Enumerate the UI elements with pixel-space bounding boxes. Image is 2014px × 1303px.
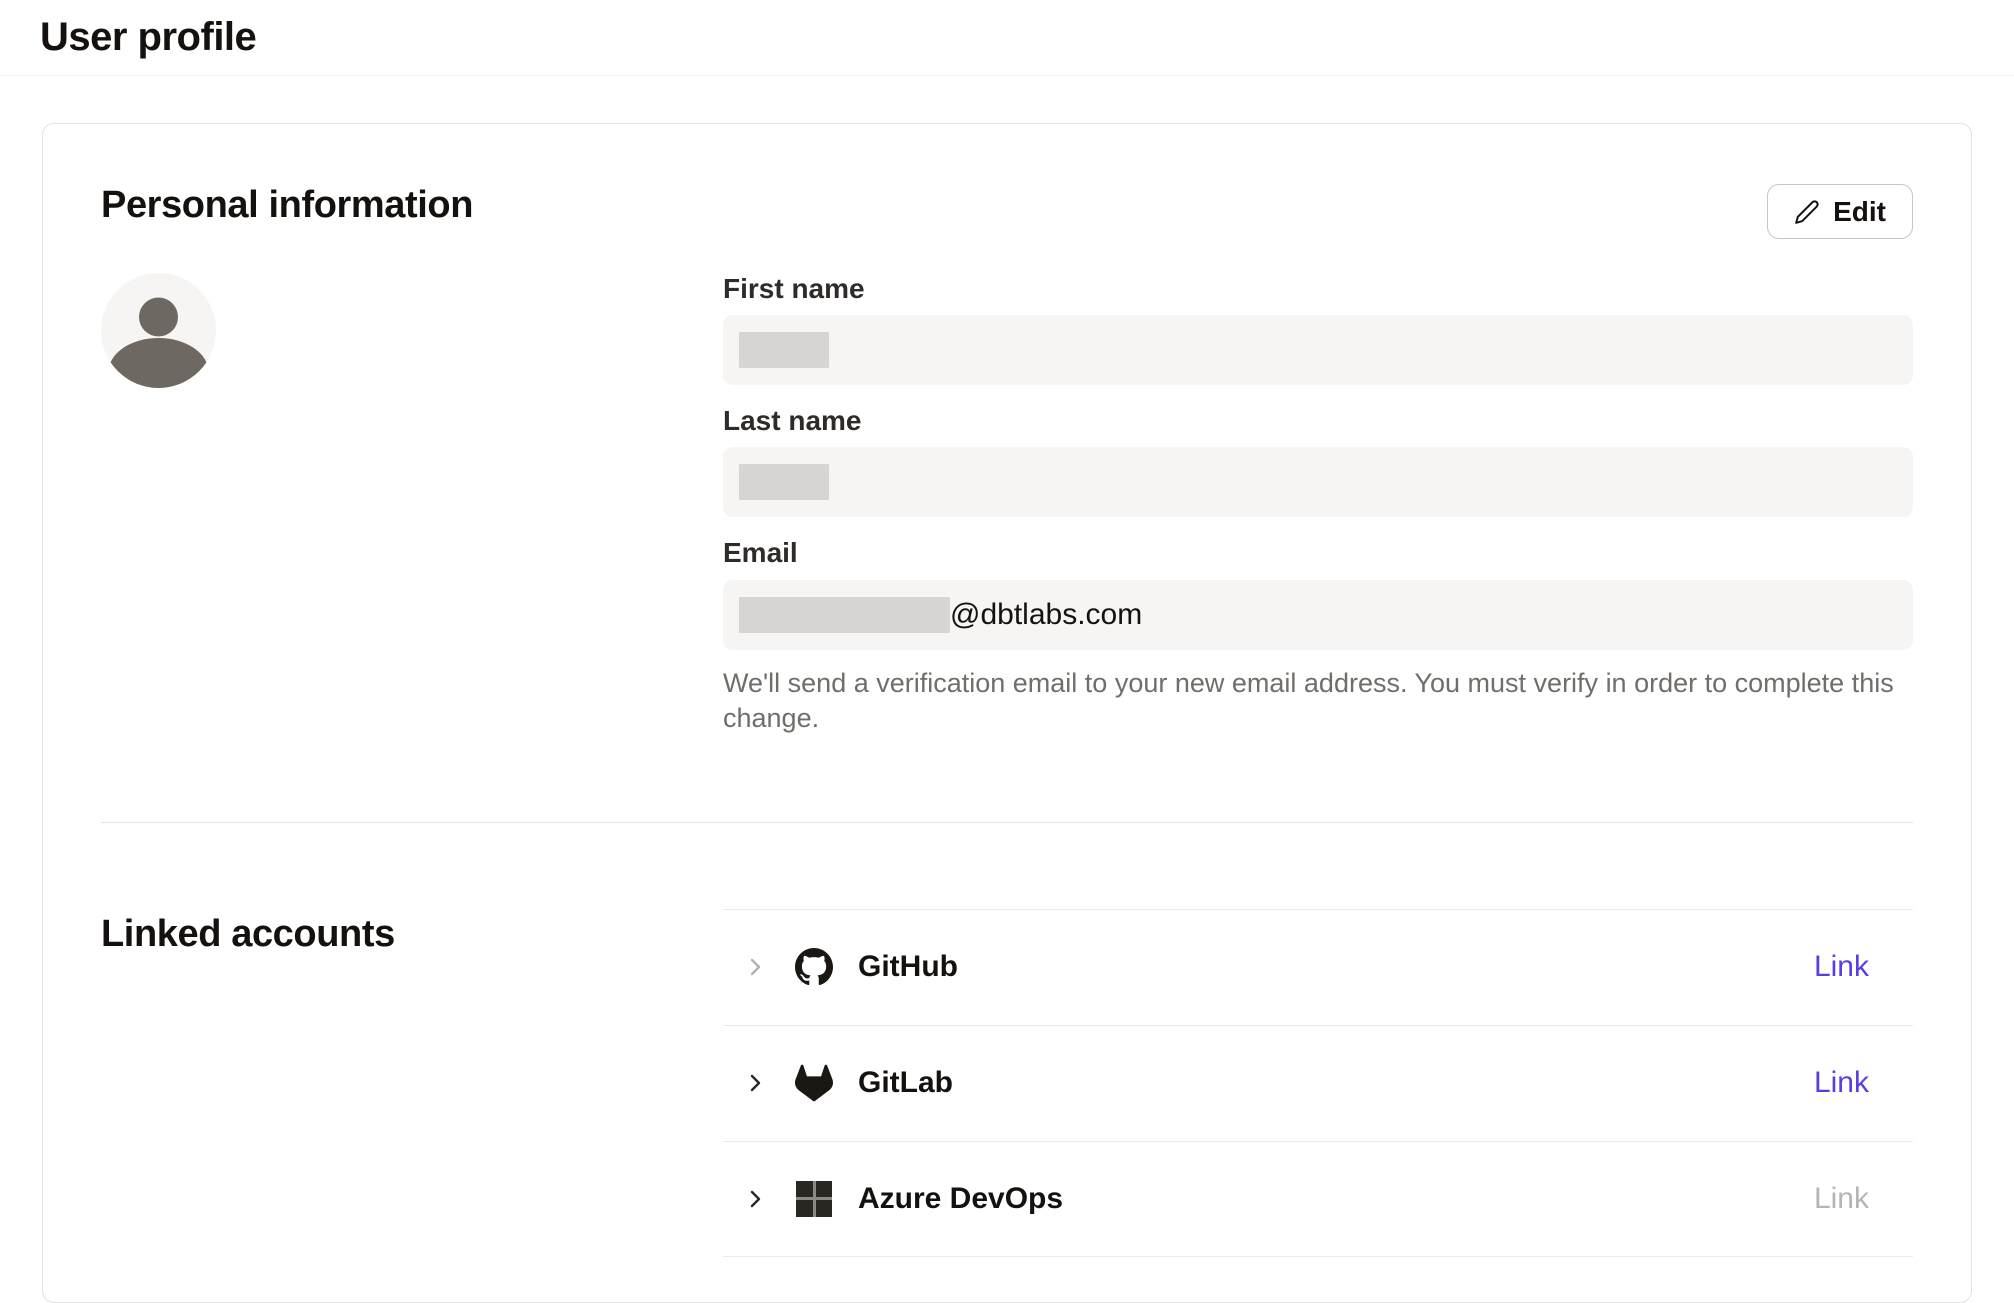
last-name-label: Last name xyxy=(723,405,1913,437)
redacted-first-name xyxy=(739,332,829,368)
last-name-input xyxy=(723,447,1913,517)
gitlab-icon xyxy=(795,1064,833,1102)
account-row-azure-devops[interactable]: Azure DevOps Link xyxy=(723,1141,1913,1257)
first-name-field-group: First name xyxy=(723,273,1913,385)
page-header: User profile xyxy=(0,0,2014,76)
email-domain-suffix: @dbtlabs.com xyxy=(950,598,1142,632)
account-row-github[interactable]: GitHub Link xyxy=(723,909,1913,1025)
last-name-field-group: Last name xyxy=(723,405,1913,517)
pencil-icon xyxy=(1794,199,1820,225)
azure-devops-link-action: Link xyxy=(1814,1182,1869,1216)
linked-accounts-heading: Linked accounts xyxy=(101,913,723,956)
gitlab-link-action[interactable]: Link xyxy=(1814,1066,1869,1100)
account-name: Azure DevOps xyxy=(858,1182,1063,1216)
user-profile-card: Personal information Edit xyxy=(42,123,1972,1303)
redacted-last-name xyxy=(739,464,829,500)
github-icon xyxy=(795,948,833,986)
email-label: Email xyxy=(723,537,1913,569)
account-row-gitlab[interactable]: GitLab Link xyxy=(723,1025,1913,1141)
first-name-input xyxy=(723,315,1913,385)
email-field-group: Email @dbtlabs.com We'll send a verifica… xyxy=(723,537,1913,735)
avatar xyxy=(101,273,216,388)
email-input: @dbtlabs.com xyxy=(723,580,1913,650)
personal-information-section: Personal information Edit xyxy=(101,184,1913,823)
redacted-email-user xyxy=(739,597,950,633)
account-name: GitHub xyxy=(858,950,958,984)
avatar-column xyxy=(101,273,723,736)
first-name-label: First name xyxy=(723,273,1913,305)
account-name: GitLab xyxy=(858,1066,953,1100)
linked-accounts-list: GitHub Link GitLab Link xyxy=(723,909,1913,1257)
page-title: User profile xyxy=(40,15,256,60)
edit-button[interactable]: Edit xyxy=(1767,184,1913,239)
edit-button-label: Edit xyxy=(1833,196,1886,228)
personal-information-heading: Personal information xyxy=(101,184,473,227)
github-link-action[interactable]: Link xyxy=(1814,950,1869,984)
chevron-right-icon[interactable] xyxy=(743,955,767,979)
chevron-right-icon[interactable] xyxy=(743,1071,767,1095)
azure-devops-icon xyxy=(795,1180,833,1218)
email-verification-help: We'll send a verification email to your … xyxy=(723,666,1913,736)
linked-accounts-section: Linked accounts GitHub Link xyxy=(101,823,1913,1257)
personal-info-form: First name Last name Email @dbtlabs. xyxy=(723,273,1913,736)
chevron-right-icon[interactable] xyxy=(743,1187,767,1211)
